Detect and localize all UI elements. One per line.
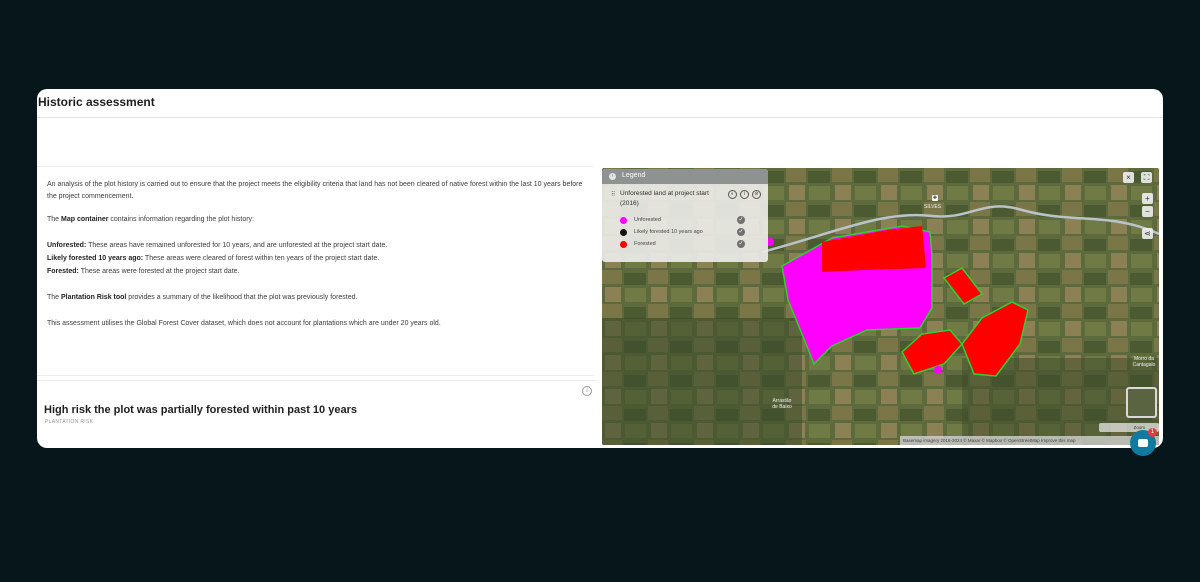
legend-row-likely-forested: Likely forested 10 years ago ✓	[620, 228, 765, 238]
legend-label: Unforested	[634, 217, 661, 223]
place-label-top: SILVES	[924, 204, 942, 210]
title-divider	[37, 117, 1163, 118]
layer-info-icon[interactable]: i	[740, 190, 749, 199]
layer-name: Unforested land at project start (2016)	[620, 190, 709, 207]
term: Unforested:	[47, 242, 87, 249]
place-name-line: Cantagalo	[1132, 362, 1156, 368]
term: Likely forested 10 years ago:	[47, 255, 144, 262]
info-icon[interactable]: i	[582, 386, 592, 396]
map-attribution[interactable]: Basemap imagery 2016-2024 © Maxar © Mapb…	[900, 436, 1159, 445]
unforested-spot	[934, 366, 942, 374]
drag-handle-icon[interactable]: ⠿	[611, 191, 615, 198]
opacity-icon[interactable]: ◐	[728, 190, 737, 199]
plantation-risk-panel: i High risk the plot was partially fores…	[37, 380, 597, 448]
intro-text: An analysis of the plot history is carri…	[47, 181, 583, 200]
risk-title: High risk the plot was partially foreste…	[44, 404, 357, 416]
map-container-term: Map container	[61, 216, 109, 223]
definition: These areas were forested at the project…	[78, 268, 240, 275]
basemap-switcher[interactable]	[1126, 387, 1157, 418]
plantation-tool-term: Plantation Risk tool	[61, 294, 127, 301]
place-label-right: Morro da Cantagalo	[1130, 356, 1158, 368]
legend-label: Forested	[634, 241, 656, 247]
risk-subtitle: PLANTATION RISK	[45, 419, 94, 425]
historic-assessment-card: Historic assessment An analysis of the p…	[37, 89, 1163, 448]
likely-forested-swatch	[620, 229, 627, 236]
zoom-out-button[interactable]: −	[1142, 206, 1153, 217]
likely-forested-definition: Likely forested 10 years ago: These area…	[47, 253, 587, 265]
description-panel: An analysis of the plot history is carri…	[37, 166, 594, 376]
chat-button[interactable]: 1	[1130, 428, 1157, 456]
unforested-swatch	[620, 217, 627, 224]
legend-row-unforested: Unforested ✓	[620, 216, 765, 226]
place-label-bottom: Arrastão de Baixo	[762, 398, 802, 410]
map-legend: ‹ Legend ⠿ Unforested land at project st…	[602, 169, 768, 262]
check-icon[interactable]: ✓	[737, 216, 745, 224]
visibility-off-icon[interactable]: ⊘	[752, 190, 761, 199]
close-icon[interactable]: ×	[1123, 172, 1134, 183]
legend-label: Likely forested 10 years ago	[634, 229, 703, 235]
plantation-tool-text: The Plantation Risk tool provides a summ…	[47, 292, 587, 304]
term: Forested:	[47, 268, 79, 275]
share-icon[interactable]: ⋖	[1142, 228, 1153, 239]
legend-title: Legend	[622, 172, 646, 179]
map-container[interactable]: ✚ SILVES Arrastão de Baixo Morro da Cantag…	[602, 168, 1159, 445]
place-name-line: de Baixo	[772, 404, 792, 410]
check-icon[interactable]: ✓	[737, 228, 745, 236]
dataset-note: This assessment utilises the Global Fore…	[47, 320, 441, 327]
check-icon[interactable]: ✓	[737, 240, 745, 248]
legend-row-forested: Forested ✓	[620, 240, 765, 250]
text-fragment: The	[47, 216, 62, 223]
text-fragment: The	[47, 294, 62, 301]
forested-definition: Forested: These areas were forested at t…	[47, 266, 587, 278]
forested-swatch	[620, 241, 627, 248]
zoom-in-button[interactable]: +	[1142, 193, 1153, 204]
definition: These areas were cleared of forest withi…	[143, 255, 380, 262]
unforested-definition: Unforested: These areas have remained un…	[47, 240, 587, 252]
place-pin-icon: ✚	[932, 195, 938, 201]
chat-icon	[1138, 439, 1148, 447]
map-container-text: The Map container contains information r…	[47, 214, 587, 226]
fullscreen-icon[interactable]: ⛶	[1141, 172, 1152, 183]
legend-header[interactable]: ‹ Legend	[602, 169, 768, 184]
notification-badge: 1	[1148, 428, 1157, 437]
dark-forest-patch	[602, 318, 802, 445]
definition: These areas have remained unforested for…	[86, 242, 388, 249]
text-fragment: provides a summary of the likelihood tha…	[126, 294, 358, 301]
text-fragment: contains information regarding the plot …	[108, 216, 254, 223]
collapse-icon[interactable]: ‹	[609, 173, 616, 180]
page-title: Historic assessment	[38, 95, 155, 109]
